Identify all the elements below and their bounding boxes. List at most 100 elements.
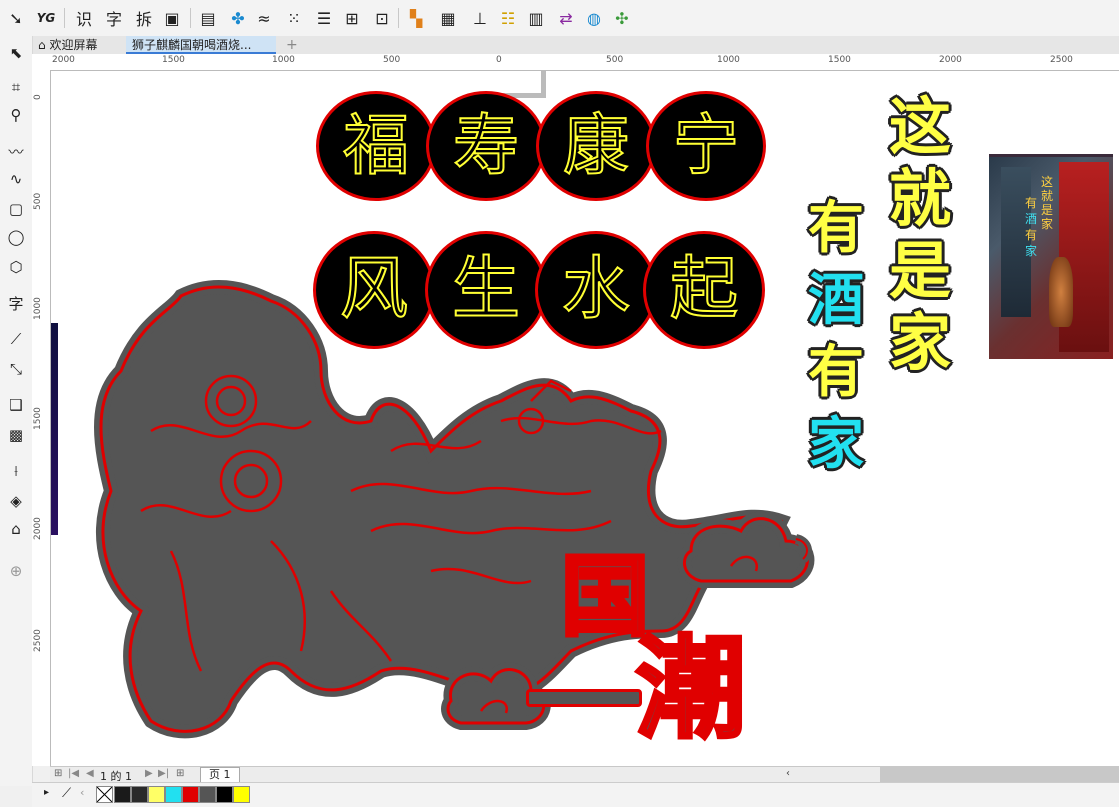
char-kang: 康: [562, 106, 630, 185]
globe-icon[interactable]: ◍: [582, 6, 606, 30]
char-sheng: 生: [451, 249, 521, 330]
add-tab-button[interactable]: +: [280, 36, 300, 54]
color-swatch[interactable]: [131, 786, 148, 803]
slogan-you-jiu-you-jia[interactable]: 有 酒 有 家: [808, 193, 878, 481]
photo-char-jia: 家: [1025, 244, 1038, 258]
image-icon[interactable]: ▦: [436, 6, 460, 30]
ruler-tick-label: 500: [606, 55, 624, 65]
ruler-tick-label: 500: [33, 192, 43, 210]
guochao-char-2[interactable]: 潮: [634, 629, 748, 749]
ruler-corner[interactable]: [32, 54, 51, 71]
slogan-zhe-jiu-shi-jia[interactable]: 这 就 是 家: [889, 91, 969, 379]
eyedropper-palette-icon[interactable]: ⟋: [62, 786, 71, 801]
char-zhe: 这: [889, 90, 952, 163]
toolbar-separator: [190, 8, 191, 28]
horizontal-scrollbar-thumb[interactable]: [880, 767, 1119, 782]
fill-icon[interactable]: ◈: [4, 490, 28, 512]
recognize-icon[interactable]: 识: [72, 6, 96, 30]
ruler-tick-label: 1500: [828, 55, 851, 65]
polygon-icon[interactable]: ⬡: [4, 256, 28, 278]
yg-plugin-icon[interactable]: YG: [34, 6, 58, 30]
char-ning: 宁: [672, 106, 740, 185]
color-swatch[interactable]: [114, 786, 131, 803]
photo-char-you-2: 有: [1025, 228, 1038, 242]
ruler-tick-label: 0: [33, 94, 43, 100]
color-swatch[interactable]: [165, 786, 182, 803]
page-navigation-bar: ⊞ |◀ ◀ 1 的 1 ▶ ▶| ⊞ 页 1 ‹: [50, 766, 1119, 784]
ruler-tick-label: 0: [496, 55, 502, 65]
crop-icon[interactable]: ⌗: [4, 76, 28, 98]
dimension-icon[interactable]: ⟋: [4, 328, 28, 350]
next-page-icon[interactable]: ▶: [145, 768, 153, 779]
text-align-icon[interactable]: ⊥: [468, 6, 492, 30]
add-page-after-icon[interactable]: ⊞: [176, 768, 184, 779]
palette-menu-icon[interactable]: ▸: [44, 787, 49, 798]
eyedropper-icon[interactable]: ⟊: [4, 460, 28, 482]
color-blocks-icon[interactable]: ▚: [404, 6, 428, 30]
table-icon[interactable]: ▤: [196, 6, 220, 30]
no-color-icon: [96, 786, 113, 803]
ruler-tick-label: 2000: [939, 55, 962, 65]
node-align-icon[interactable]: ⁙: [282, 6, 306, 30]
blessing-row-1[interactable]: 福 寿 康 宁: [316, 91, 766, 201]
bezier-icon[interactable]: ∿: [4, 168, 28, 190]
char-jiu-wine: 酒: [808, 268, 864, 333]
ruler-tick-label: 2000: [33, 517, 43, 540]
guochao-stroke: [526, 689, 642, 707]
tab-welcome-screen[interactable]: ⌂ 欢迎屏幕: [32, 36, 126, 54]
scroll-left-icon[interactable]: ‹: [786, 768, 790, 779]
barcode-icon[interactable]: ▥: [524, 6, 548, 30]
color-swatch[interactable]: [182, 786, 199, 803]
blessing-row-2[interactable]: 风 生 水 起: [313, 231, 765, 349]
text-tool-icon[interactable]: 字: [4, 292, 28, 314]
color-swatch[interactable]: [216, 786, 233, 803]
swap-icon[interactable]: ⇄: [554, 6, 578, 30]
ruler-tick-label: 1000: [717, 55, 740, 65]
palette-scroll-left-icon[interactable]: ‹: [80, 786, 84, 799]
document-tab-bar: ⌂ 欢迎屏幕 狮子麒麟国朝喝酒烧... +: [32, 36, 1119, 54]
toolbar-separator: [64, 8, 65, 28]
copy-icon[interactable]: ▣: [160, 6, 184, 30]
tab-document[interactable]: 狮子麒麟国朝喝酒烧...: [126, 36, 276, 54]
smart-fill-icon[interactable]: ⌂: [4, 518, 28, 540]
first-page-icon[interactable]: |◀: [68, 768, 79, 779]
char-jiu: 就: [889, 162, 952, 235]
rectangle-icon[interactable]: ▢: [4, 198, 28, 220]
freehand-icon[interactable]: 〰: [4, 140, 28, 162]
color-palette: ▸ ⟋ ‹: [32, 782, 1119, 807]
drawing-canvas[interactable]: 国 潮 福 寿 康 宁 风 生 水 起 这 就 是 家 有 酒 有 家 这就是家…: [51, 71, 1119, 766]
shape-edit-icon[interactable]: ⬉: [4, 42, 28, 64]
color-swatch[interactable]: [233, 786, 250, 803]
zoom-icon[interactable]: ⚲: [4, 104, 28, 126]
text-icon[interactable]: 字: [102, 6, 126, 30]
ruler-tick-label: 2000: [52, 55, 75, 65]
add-page-before-icon[interactable]: ⊞: [54, 768, 62, 779]
wave-icon[interactable]: ≈: [252, 6, 276, 30]
puzzle-icon[interactable]: ✣: [610, 6, 634, 30]
connector-icon[interactable]: ⤡: [4, 358, 28, 380]
vertical-ruler[interactable]: 0 500 1000 1500 2000 2500: [32, 70, 51, 766]
toolbox: ⬉ ⌗ ⚲ 〰 ∿ ▢ ◯ ⬡ 字 ⟋ ⤡ ❑ ▩ ⟊ ◈ ⌂ ⊕: [0, 36, 33, 786]
last-page-icon[interactable]: ▶|: [158, 768, 169, 779]
ruler-tick-label: 1500: [33, 407, 43, 430]
split-icon[interactable]: 拆: [132, 6, 156, 30]
reference-photo[interactable]: 这就是家 有 酒 有 家: [989, 154, 1113, 359]
prev-page-icon[interactable]: ◀: [86, 768, 94, 779]
ellipse-icon[interactable]: ◯: [4, 226, 28, 248]
horizontal-ruler[interactable]: 2000 1500 1000 500 0 500 1000 1500 2000 2500: [50, 54, 1119, 71]
drop-shadow-icon[interactable]: ❑: [4, 394, 28, 416]
group-icon[interactable]: ⊞: [340, 6, 364, 30]
list-icon[interactable]: ☷: [496, 6, 520, 30]
transparency-icon[interactable]: ▩: [4, 424, 28, 446]
photo-char-jiu: 酒: [1025, 212, 1038, 226]
pick-tool-icon[interactable]: ➘: [4, 6, 28, 30]
ruler-tick-label: 1000: [33, 297, 43, 320]
add-tool-icon[interactable]: ⊕: [4, 560, 28, 582]
color-swatch[interactable]: [199, 786, 216, 803]
frame-select-icon[interactable]: ⊡: [370, 6, 394, 30]
pattern-icon[interactable]: ✤: [226, 6, 250, 30]
color-swatch[interactable]: [148, 786, 165, 803]
lines-icon[interactable]: ☰: [312, 6, 336, 30]
photo-lion-figure: [1049, 257, 1073, 327]
no-color-swatch[interactable]: [96, 786, 113, 803]
